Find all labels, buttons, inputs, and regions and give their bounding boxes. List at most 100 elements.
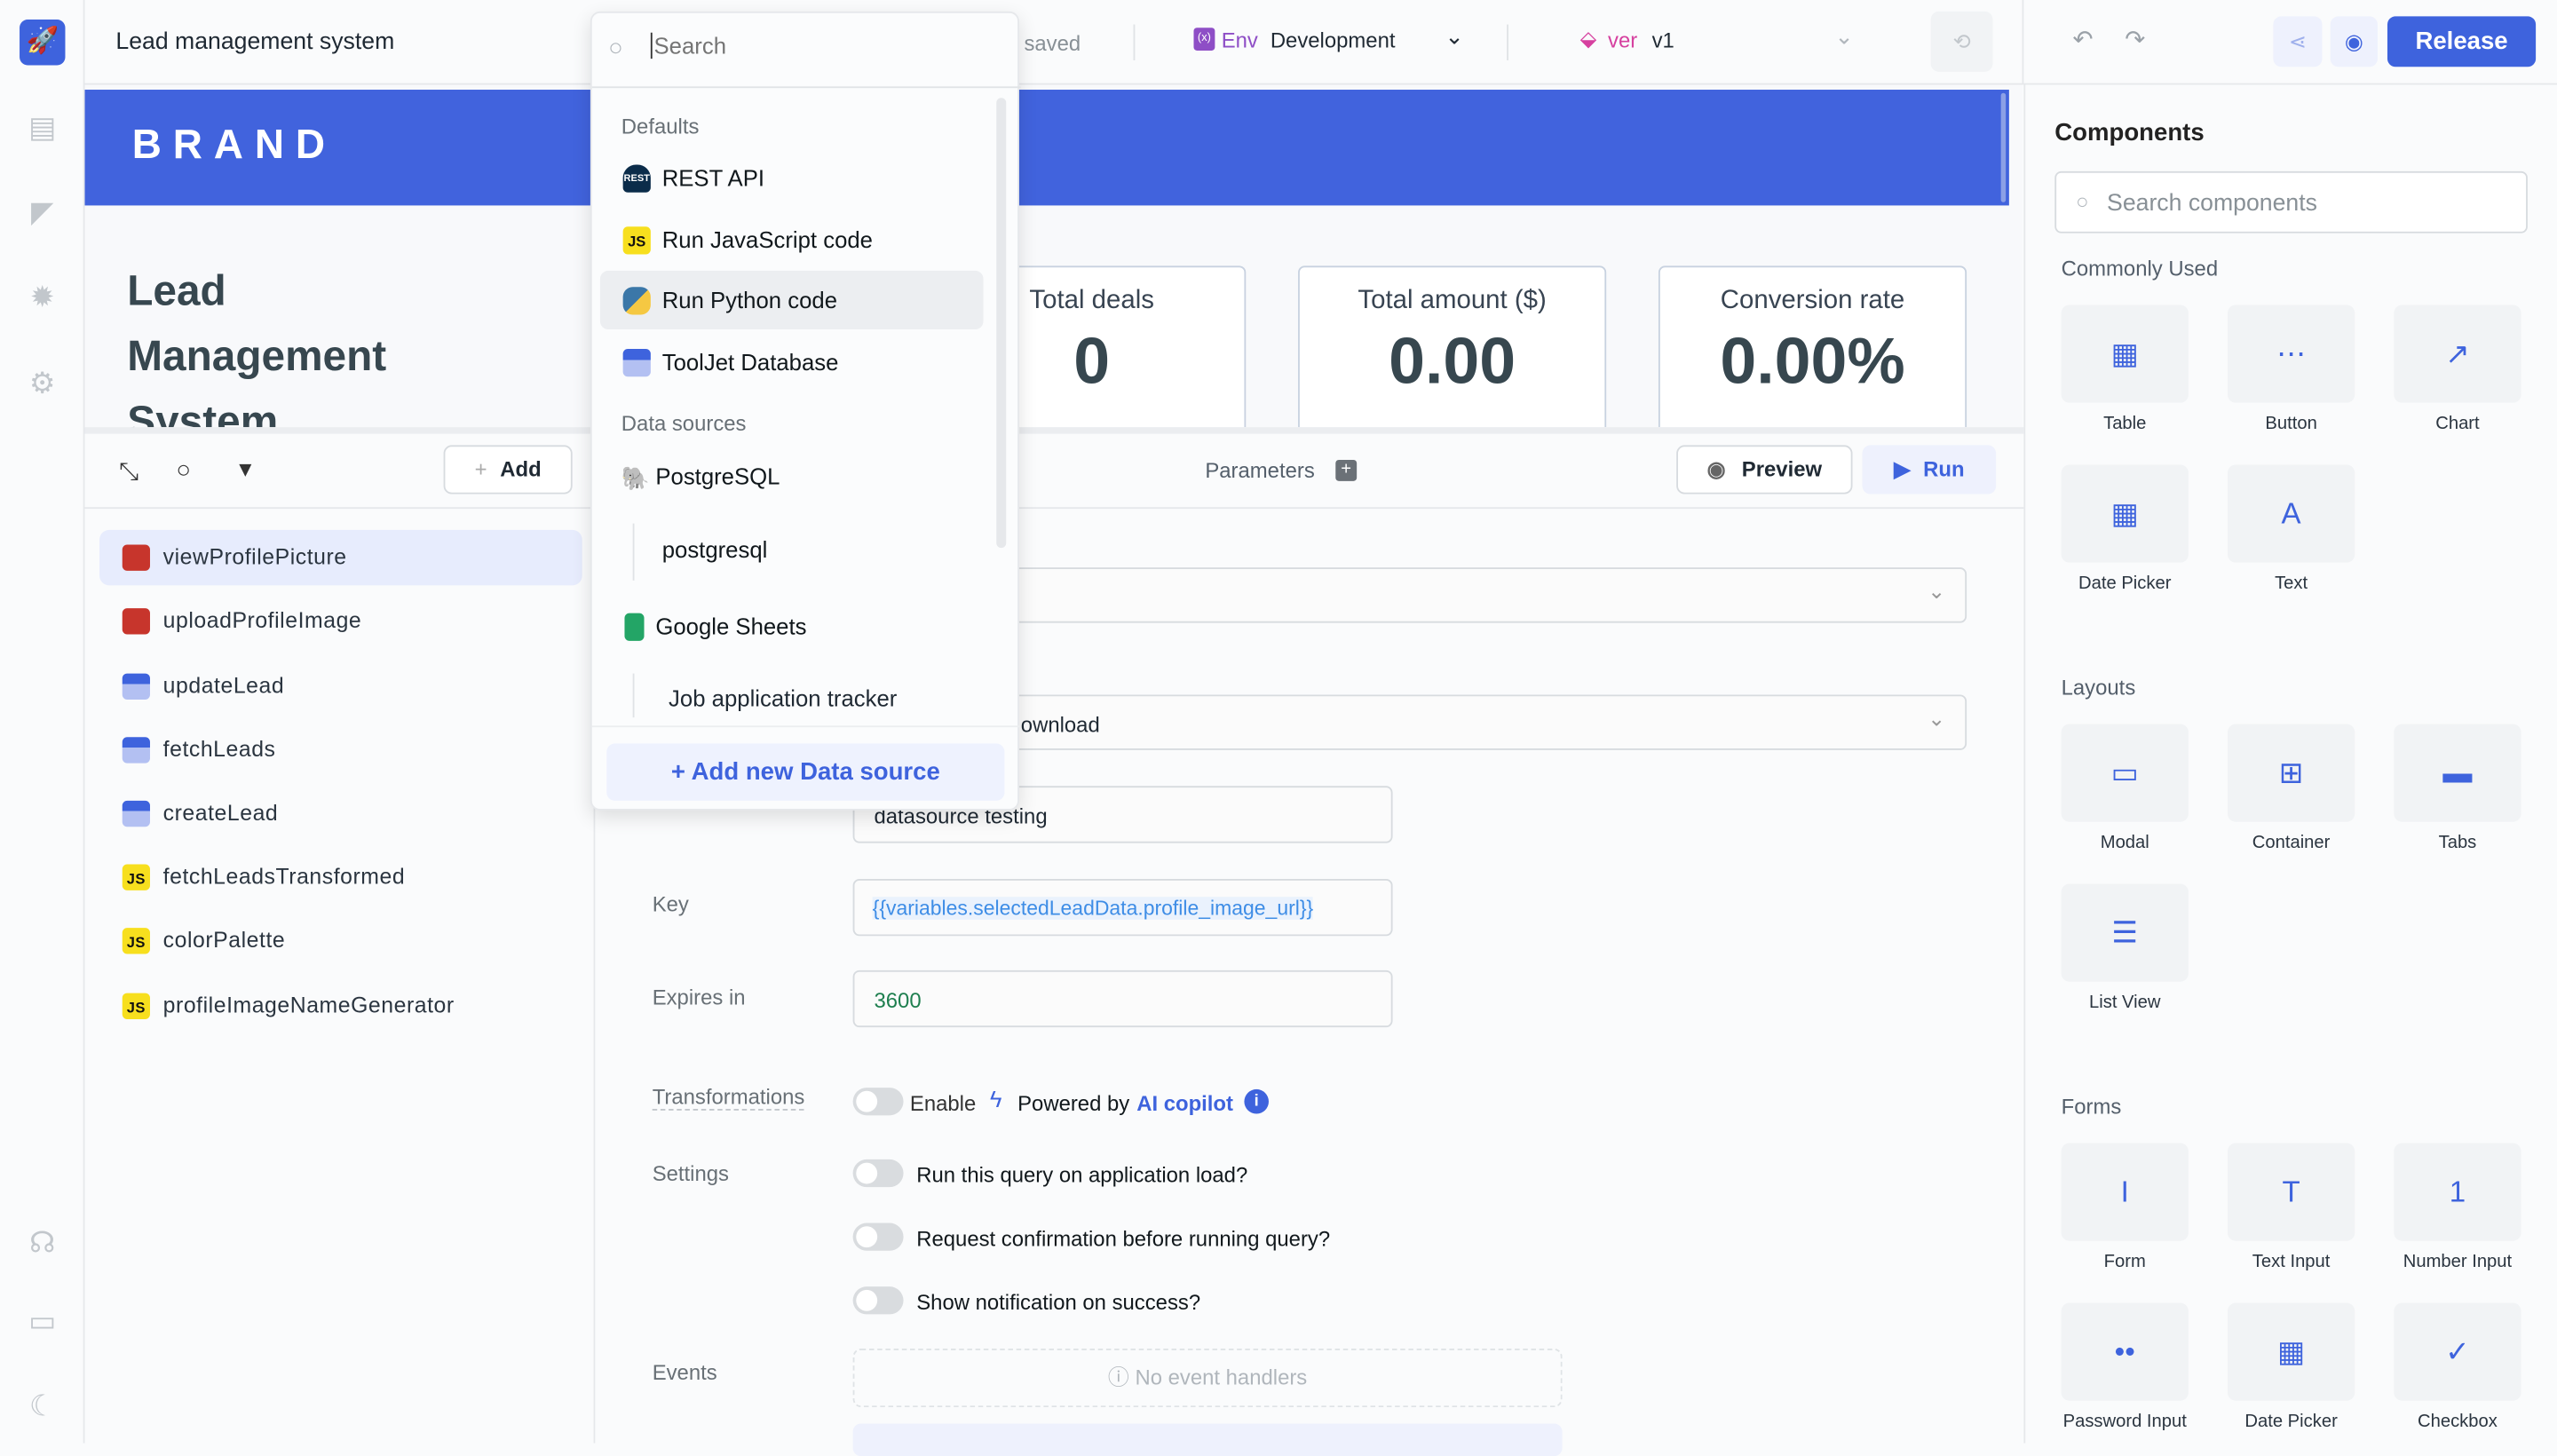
run-button[interactable]: ▶ Run — [1862, 445, 1997, 495]
env-value: Development — [1270, 28, 1396, 52]
component-tile[interactable]: ✓ Checkbox — [2394, 1302, 2521, 1432]
component-label: Password Input — [2062, 1412, 2187, 1432]
section-forms: Forms — [2061, 1094, 2122, 1119]
share-button[interactable]: ⋖ — [2273, 16, 2323, 67]
component-tile[interactable]: ↗ Chart — [2394, 305, 2521, 434]
support-icon[interactable]: ☊ — [25, 1224, 60, 1260]
component-tile[interactable]: ▦ Table — [2061, 305, 2189, 434]
component-tile[interactable]: ▬ Tabs — [2394, 724, 2521, 853]
option-rest-api[interactable]: REST REST API — [600, 148, 984, 207]
release-button[interactable]: Release — [2387, 16, 2537, 67]
form-icon: I — [2120, 1175, 2129, 1209]
eye-icon: ◉ — [2344, 29, 2363, 54]
dropdown-scrollbar[interactable] — [996, 98, 1007, 549]
stat-card-conversion-rate: Conversion rate 0.00% — [1658, 265, 1967, 428]
option-google-sheets[interactable]: Google Sheets — [600, 597, 984, 655]
option-run-javascript[interactable]: JS Run JavaScript code — [600, 210, 984, 269]
query-item[interactable]: updateLead — [99, 659, 582, 714]
expires-input[interactable]: 3600 — [852, 969, 1393, 1028]
save-status: saved — [1024, 30, 1081, 56]
component-tile[interactable]: ▦ Date Picker — [2061, 464, 2189, 594]
query-item[interactable]: JS profileImageNameGenerator — [99, 978, 582, 1033]
ver-value: v1 — [1651, 28, 1674, 52]
new-event-handler-button[interactable] — [852, 1423, 1563, 1456]
run-on-load-toggle[interactable] — [852, 1159, 904, 1188]
stat-card-total-amount: Total amount ($) 0.00 — [1298, 265, 1607, 428]
option-postgresql-instance[interactable]: postgresql — [641, 520, 984, 579]
component-label: Table — [2103, 414, 2147, 434]
app-canvas: BRAND Lead Management System Total deals 0 … — [84, 84, 2023, 428]
text-input-icon: T — [2282, 1175, 2300, 1209]
filter-icon[interactable]: ▼ — [234, 456, 256, 481]
query-item[interactable]: viewProfilePicture — [99, 529, 582, 586]
rocket-logo-icon[interactable]: 🚀 — [20, 20, 66, 66]
option-postgresql[interactable]: 🐘 PostgreSQL — [600, 447, 984, 505]
component-tile[interactable]: T Text Input — [2227, 1143, 2355, 1272]
add-parameter-icon[interactable]: + — [1335, 459, 1358, 481]
component-tile[interactable]: A Text — [2227, 464, 2355, 594]
settings-gear-icon[interactable]: ⚙ — [25, 365, 60, 400]
preview-button[interactable]: ◉ Preview — [1676, 445, 1853, 495]
request-confirmation-toggle[interactable] — [852, 1223, 904, 1251]
datasource-select[interactable]: ⌄ — [852, 567, 1967, 623]
component-search-input[interactable]: ○ Search components — [2054, 170, 2528, 233]
component-label: Date Picker — [2244, 1412, 2338, 1432]
refresh-button[interactable]: ⟲ — [1930, 11, 1993, 72]
parameters-label: Parameters — [1205, 458, 1315, 483]
components-panel: Components ○ Search components Commonly … — [2023, 84, 2557, 1444]
search-icon[interactable]: ○ — [176, 456, 191, 484]
datasource-search-input[interactable] — [650, 32, 994, 59]
info-icon[interactable]: i — [1244, 1088, 1269, 1114]
preview-app-button[interactable]: ◉ — [2330, 16, 2378, 67]
add-new-datasource-button[interactable]: + Add new Data source — [606, 743, 1005, 801]
component-tile[interactable]: I Form — [2061, 1143, 2189, 1272]
pages-icon[interactable]: ▤ — [25, 109, 60, 145]
query-item[interactable]: createLead — [99, 786, 582, 841]
key-input[interactable]: {{variables.selectedLeadData.profile_ima… — [852, 878, 1393, 937]
component-tile[interactable]: ▦ Date Picker — [2227, 1302, 2355, 1432]
option-sheets-instance[interactable]: Job application tracker — [641, 669, 984, 717]
component-label: Button — [2265, 414, 2317, 434]
undo-icon[interactable]: ↶ — [2072, 25, 2093, 53]
component-tile[interactable]: ⋯ Button — [2227, 305, 2355, 434]
operation-select[interactable]: ownload ⌄ — [852, 694, 1967, 750]
query-list-panel: ⤡ ○ ▼ + Add viewProfilePicture uploadProfi… — [84, 427, 596, 1444]
show-notification-toggle[interactable] — [852, 1286, 904, 1315]
dark-mode-moon-icon[interactable]: ☾ — [25, 1388, 60, 1423]
query-item[interactable]: JS fetchLeadsTransformed — [99, 850, 582, 905]
canvas-scrollbar[interactable] — [2000, 92, 2007, 202]
python-icon — [622, 287, 651, 315]
collapse-icon[interactable]: ⤡ — [119, 458, 139, 486]
modal-icon: ▭ — [2110, 756, 2139, 789]
comments-icon[interactable]: ▭ — [25, 1303, 60, 1339]
ai-copilot-link[interactable]: AI copilot — [1136, 1091, 1233, 1116]
component-tile[interactable]: •• Password Input — [2061, 1302, 2189, 1432]
inspector-icon[interactable]: ◤ — [25, 194, 60, 230]
query-name: profileImageNameGenerator — [162, 993, 455, 1018]
query-item[interactable]: JS colorPalette — [99, 914, 582, 969]
checkbox-icon: ✓ — [2445, 1335, 2470, 1369]
number-input-icon: 1 — [2449, 1175, 2466, 1209]
app-title[interactable]: Lead management system — [115, 29, 394, 55]
transformations-toggle[interactable] — [852, 1088, 904, 1116]
component-tile[interactable]: ⊞ Container — [2227, 724, 2355, 853]
info-icon: ⓘ — [1107, 1365, 1136, 1389]
environment-selector[interactable]: (x) Env Development ⌄ — [1193, 22, 1470, 61]
debugger-icon[interactable]: ✹ — [25, 279, 60, 314]
chevron-down-icon: ⌄ — [1928, 579, 1946, 604]
query-item[interactable]: uploadProfileImage — [99, 594, 582, 649]
option-run-python[interactable]: Run Python code — [599, 270, 984, 330]
component-tile[interactable]: ▭ Modal — [2061, 724, 2189, 853]
version-selector[interactable]: ⬙ ver v1 ⌄ — [1580, 23, 1857, 61]
add-query-button[interactable]: + Add — [443, 445, 573, 495]
component-tile[interactable]: 1 Number Input — [2394, 1143, 2521, 1272]
component-tile[interactable]: ☰ List View — [2061, 883, 2189, 1013]
query-item[interactable]: fetchLeads — [99, 723, 582, 778]
option-tooljet-database[interactable]: ToolJet Database — [600, 333, 984, 392]
chevron-down-icon: ⌄ — [1445, 22, 1464, 50]
redo-icon[interactable]: ↷ — [2125, 25, 2145, 53]
s3-icon — [122, 544, 150, 571]
js-icon: JS — [622, 226, 651, 255]
query-name: viewProfilePicture — [162, 544, 347, 570]
events-label: Events — [652, 1359, 717, 1385]
